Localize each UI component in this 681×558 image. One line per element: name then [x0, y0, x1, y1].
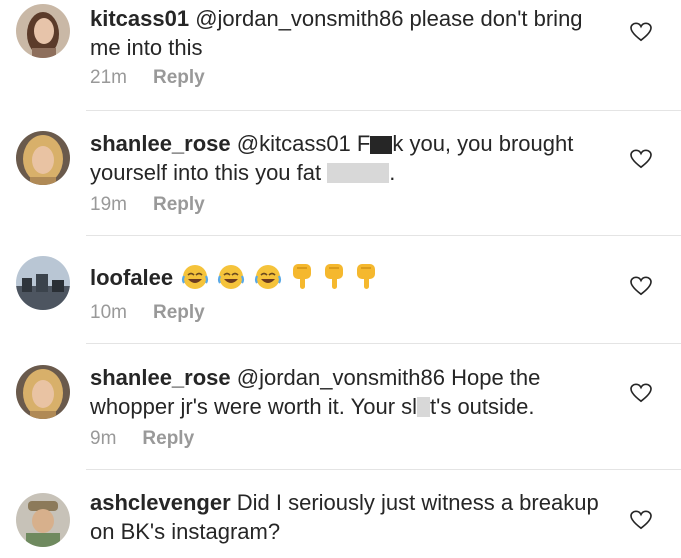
comment-item: loofalee 10m Reply	[0, 236, 681, 343]
avatar[interactable]	[16, 4, 70, 58]
face-with-tears-of-joy-icon	[182, 265, 209, 289]
comment-text: ashclevenger Did I seriously just witnes…	[90, 488, 610, 546]
comment-item: shanlee_rose @jordan_vonsmith86 Hope the…	[0, 344, 681, 468]
comment-username[interactable]: shanlee_rose	[90, 365, 231, 390]
comment-time: 9m	[90, 428, 117, 449]
comment-body-end: .	[389, 160, 396, 185]
comment-item: kitcass01 @jordan_vonsmith86 please don'…	[0, 0, 681, 110]
comment-meta: 9m Reply	[90, 428, 194, 450]
comment-meta: 10m Reply	[90, 302, 205, 324]
heart-icon[interactable]	[630, 22, 652, 42]
censor-bar	[370, 136, 393, 154]
heart-icon[interactable]	[630, 510, 652, 530]
comment-meta: 21m Reply	[90, 67, 205, 89]
reply-button[interactable]: Reply	[153, 67, 205, 88]
avatar[interactable]	[16, 493, 70, 547]
comment-text: loofalee	[90, 262, 610, 292]
comment-time: 10m	[90, 302, 127, 323]
comment-body-start: @kitcass01 F	[230, 131, 371, 156]
comment-username[interactable]: shanlee_rose	[90, 131, 231, 156]
face-with-tears-of-joy-icon	[254, 265, 281, 289]
reply-button[interactable]: Reply	[142, 428, 194, 449]
comment-text: shanlee_rose @kitcass01 Fk you, you brou…	[90, 129, 610, 187]
pointing-down-hand-icon	[292, 264, 311, 289]
avatar[interactable]	[16, 131, 70, 185]
comment-item: shanlee_rose @kitcass01 Fk you, you brou…	[0, 111, 681, 235]
heart-icon[interactable]	[630, 276, 652, 296]
pointing-down-hand-icon	[356, 264, 375, 289]
comment-username[interactable]: ashclevenger	[90, 490, 231, 515]
comment-text: shanlee_rose @jordan_vonsmith86 Hope the…	[90, 363, 610, 421]
comment-meta: 19m Reply	[90, 194, 205, 216]
blurred-word	[327, 163, 390, 183]
avatar[interactable]	[16, 256, 70, 310]
comment-text: kitcass01 @jordan_vonsmith86 please don'…	[90, 4, 610, 62]
comment-time: 19m	[90, 194, 127, 215]
comment-username[interactable]: loofalee	[90, 265, 173, 290]
comment-item: ashclevenger Did I seriously just witnes…	[0, 470, 681, 558]
comment-username[interactable]: kitcass01	[90, 6, 189, 31]
heart-icon[interactable]	[630, 383, 652, 403]
reply-button[interactable]: Reply	[153, 194, 205, 215]
comment-time: 21m	[90, 67, 127, 88]
pointing-down-hand-icon	[324, 264, 343, 289]
heart-icon[interactable]	[630, 149, 652, 169]
blurred-letter	[417, 397, 431, 417]
face-with-tears-of-joy-icon	[218, 265, 245, 289]
avatar[interactable]	[16, 365, 70, 419]
reply-button[interactable]: Reply	[153, 302, 205, 323]
comment-body-end: t's outside.	[430, 394, 535, 419]
